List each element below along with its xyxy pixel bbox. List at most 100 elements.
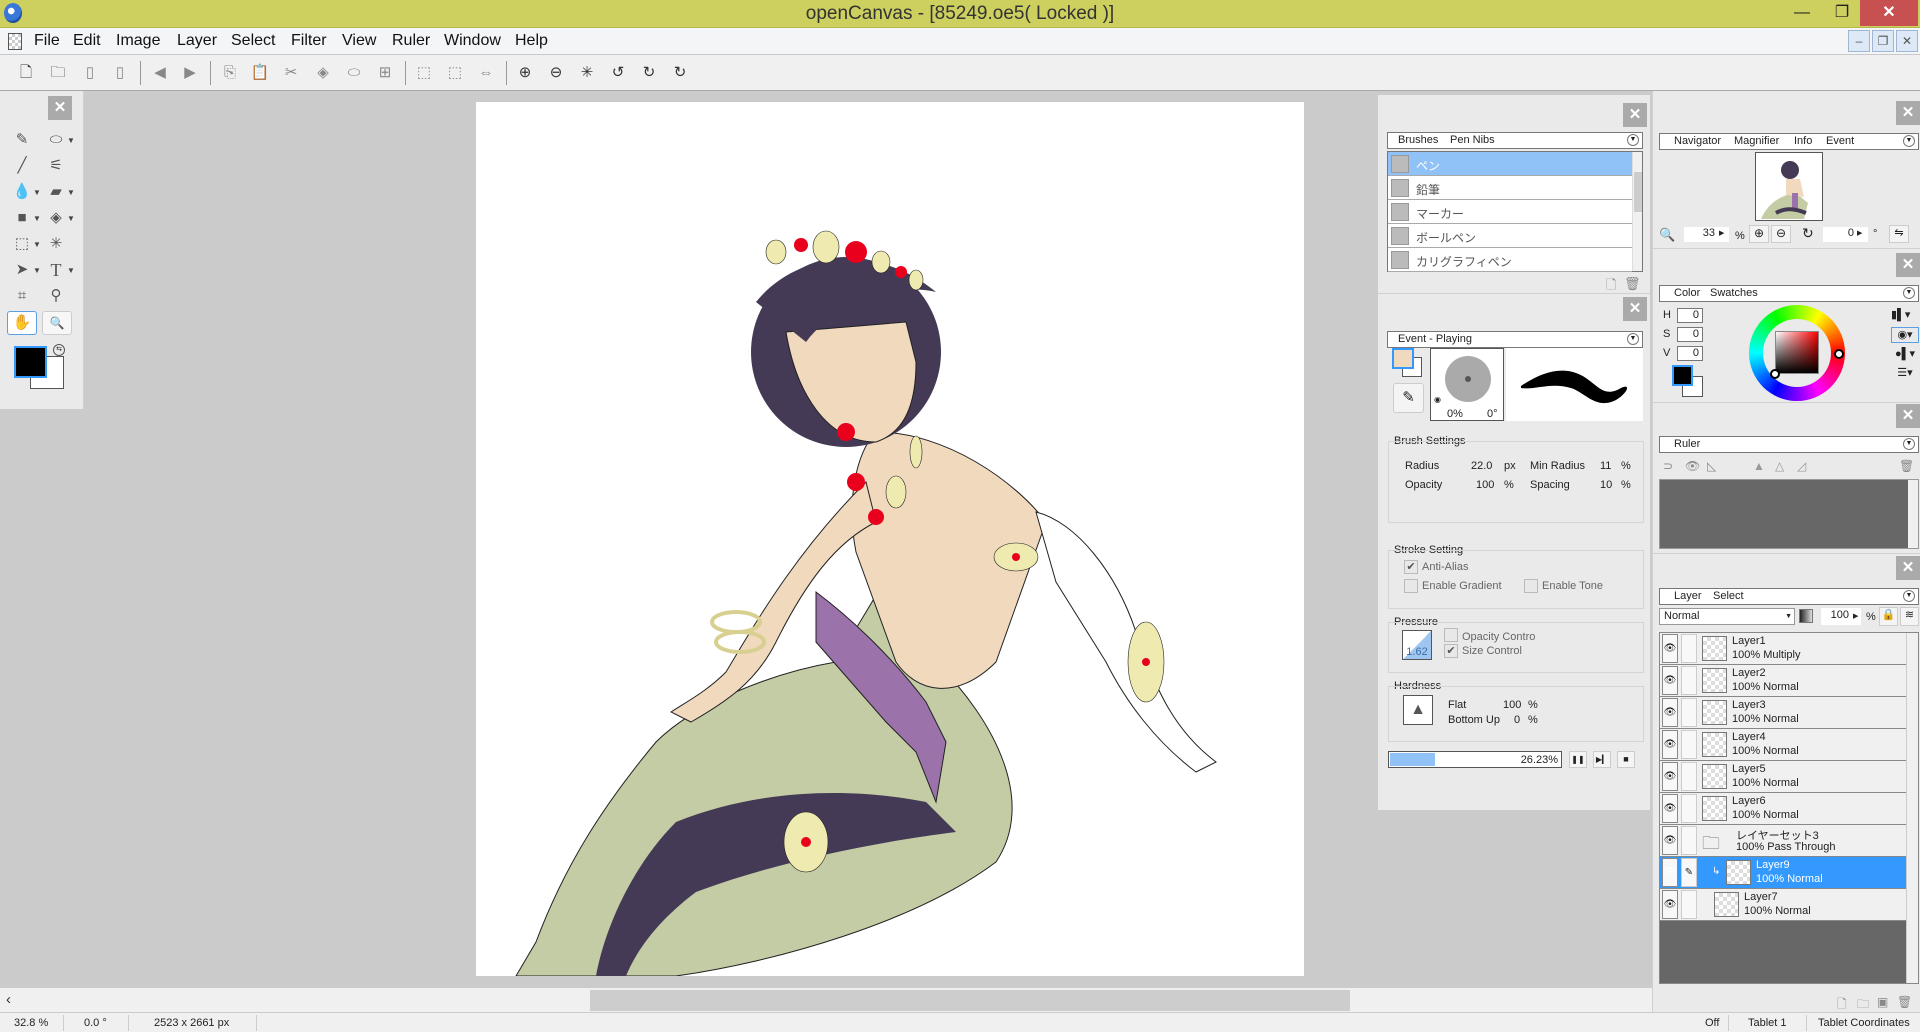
ruler-menu-icon[interactable]: ▼ [1903, 438, 1915, 450]
menu-ruler[interactable]: Ruler [392, 32, 430, 50]
color-menu-icon[interactable]: ▼ [1903, 287, 1915, 299]
size-control-checkbox[interactable]: ✔ [1444, 644, 1458, 658]
pencil-icon[interactable]: ✎ [1393, 383, 1424, 413]
scroll-left-arrow[interactable]: ‹ [6, 991, 11, 1008]
brush-item[interactable]: 鉛筆 [1388, 176, 1632, 200]
sv-marker[interactable] [1770, 369, 1780, 379]
reset-rotation-icon[interactable]: ↻ [670, 63, 690, 83]
ruler-outline2-icon[interactable]: ◿ [1797, 459, 1806, 473]
save-icon[interactable]: ▯ [80, 63, 100, 83]
visibility-eye-icon[interactable]: 👁 [1662, 762, 1678, 791]
layer-lock-toggle[interactable] [1681, 890, 1697, 919]
crop-tool-icon[interactable]: ⌗ [10, 285, 34, 307]
zoom-in-icon[interactable]: ⊕ [515, 63, 535, 83]
menu-view[interactable]: View [342, 32, 376, 50]
maximize-button[interactable]: ❐ [1822, 0, 1862, 26]
hardness-triangle-icon[interactable]: ▲ [1403, 695, 1433, 725]
brush-item[interactable]: ボールペン [1388, 224, 1632, 248]
new-brush-icon[interactable]: 🗋 [1606, 276, 1616, 298]
menu-edit[interactable]: Edit [73, 32, 101, 50]
layer-lock-toggle[interactable] [1681, 698, 1697, 727]
select-dropdown-arrow[interactable]: ▼ [33, 240, 41, 249]
stop-button[interactable]: ■ [1617, 751, 1635, 768]
menu-select[interactable]: Select [231, 32, 275, 50]
horizontal-scrollbar[interactable]: ‹ [0, 988, 1652, 1012]
text-tool-icon[interactable]: T [44, 259, 68, 281]
anti-alias-checkbox[interactable]: ✔ [1404, 560, 1418, 574]
layer-mask-icon[interactable]: ▣ [1877, 995, 1888, 1009]
toolbox-close-button[interactable]: ✕ [48, 96, 72, 120]
layer-lock-toggle[interactable] [1681, 762, 1697, 791]
opacity-stepper-arrow[interactable]: ▶ [1853, 612, 1858, 620]
smudge-tool-icon[interactable]: ⚟ [44, 155, 68, 177]
marker-tool-icon[interactable]: ▰ [44, 181, 68, 203]
spacing-value[interactable]: 10 [1600, 479, 1612, 491]
layer-stack-button[interactable]: ≋ [1900, 607, 1919, 626]
gradient-dropdown-arrow[interactable]: ▼ [33, 214, 41, 223]
navigator-thumbnail[interactable] [1755, 152, 1823, 221]
layer-lock-toggle[interactable] [1681, 666, 1697, 695]
tab-color[interactable]: Color [1674, 287, 1700, 299]
tab-navigator[interactable]: Navigator [1674, 135, 1721, 147]
min-radius-value[interactable]: 11 [1600, 460, 1611, 472]
cut-icon[interactable]: ✂ [281, 63, 301, 83]
bucket-dropdown-arrow[interactable]: ▼ [67, 214, 75, 223]
zoom-stepper-arrow[interactable]: ▶ [1719, 229, 1724, 237]
minimize-button[interactable]: — [1782, 0, 1822, 26]
delete-brush-icon[interactable]: 🗑 [1624, 276, 1641, 292]
opacity-value[interactable]: 100 [1476, 479, 1494, 491]
brush-item[interactable]: マーカー [1388, 200, 1632, 224]
rotate-right-icon[interactable]: ↻ [639, 63, 659, 83]
bucket-tool-icon[interactable]: ◈ [44, 207, 68, 229]
event-menu-icon[interactable]: ▼ [1627, 333, 1639, 345]
pencil-tool-icon[interactable]: ✎ [10, 129, 34, 151]
v-input[interactable]: 0 [1677, 346, 1703, 361]
menu-layer[interactable]: Layer [177, 32, 217, 50]
sv-square[interactable] [1775, 331, 1819, 374]
eraser-tool-icon[interactable]: ⬭ [44, 129, 68, 151]
close-button[interactable]: ✕ [1860, 0, 1918, 26]
hue-ring[interactable] [1749, 305, 1845, 401]
water-dropdown-arrow[interactable]: ▼ [33, 188, 41, 197]
ruler-triangle-icon[interactable]: ◺ [1707, 459, 1716, 473]
ruler-scrollbar[interactable] [1908, 480, 1918, 548]
mdi-restore-button[interactable]: ❐ [1872, 30, 1894, 52]
menu-file[interactable]: File [34, 32, 60, 50]
fill-icon[interactable]: ◈ [313, 63, 333, 83]
eraser-icon[interactable]: ⬭ [344, 63, 364, 83]
enable-tone-checkbox[interactable] [1524, 579, 1538, 593]
color-fg-swatch[interactable] [1672, 365, 1693, 386]
marker-dropdown-arrow[interactable]: ▼ [67, 188, 75, 197]
menu-help[interactable]: Help [515, 32, 548, 50]
navigator-rotate-icon[interactable]: ↻ [1802, 225, 1814, 242]
s-input[interactable]: 0 [1677, 327, 1703, 342]
brush-item[interactable]: ペン [1388, 152, 1632, 176]
visibility-eye-icon[interactable]: 👁 [1662, 666, 1678, 695]
brushes-panel-close-button[interactable]: ✕ [1623, 103, 1647, 127]
layer-row[interactable]: 👁 Layer7 100% Normal [1660, 889, 1906, 921]
flat-value[interactable]: 100 [1503, 699, 1521, 711]
tab-event[interactable]: Event [1826, 135, 1854, 147]
pressure-curve-button[interactable]: 1.62 [1402, 630, 1432, 660]
layer-panel-close-button[interactable]: ✕ [1896, 556, 1920, 580]
water-tool-icon[interactable]: 💧 [10, 181, 34, 203]
hand-tool-icon[interactable]: ✋ [7, 311, 37, 335]
drawing-canvas[interactable] [476, 102, 1304, 976]
eraser-dropdown-arrow[interactable]: ▼ [67, 136, 75, 145]
layer-lock-toggle[interactable] [1681, 634, 1697, 663]
ruler-fill-icon[interactable]: ▲ [1753, 459, 1765, 473]
tab-info[interactable]: Info [1794, 135, 1812, 147]
zoom-out-icon[interactable]: ⊖ [546, 63, 566, 83]
visibility-eye-icon[interactable]: 👁 [1662, 698, 1678, 727]
navigator-zoom-in-button[interactable]: ⊕ [1749, 225, 1769, 243]
color-mode-list-button[interactable]: ☰▾ [1891, 366, 1919, 382]
layer-row[interactable]: 👁 🗀 レイヤーセット3 100% Pass Through [1660, 825, 1906, 857]
pause-button[interactable]: ❚❚ [1569, 751, 1587, 768]
eyedropper-tool-icon[interactable]: ⚲ [44, 285, 68, 307]
opacity-control-checkbox[interactable] [1444, 628, 1458, 642]
move-dropdown-arrow[interactable]: ▼ [33, 266, 41, 275]
tab-brushes[interactable]: Brushes [1398, 134, 1438, 146]
menu-window[interactable]: Window [444, 32, 501, 50]
brush-item[interactable]: カリグラフィペン [1388, 248, 1632, 272]
visibility-eye-icon[interactable]: 👁 [1662, 858, 1678, 887]
